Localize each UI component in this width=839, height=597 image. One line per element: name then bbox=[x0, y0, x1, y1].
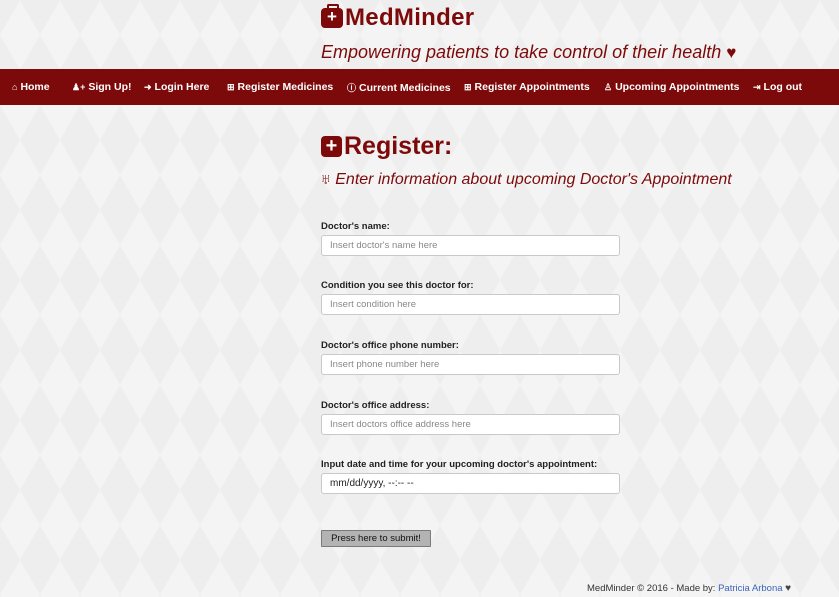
phone-label: Doctor's office phone number: bbox=[321, 340, 459, 351]
condition-label: Condition you see this doctor for: bbox=[321, 280, 474, 291]
nav-item-sign-up[interactable]: ♟+ Sign Up! bbox=[72, 81, 132, 93]
heartbeat-icon: ♥ bbox=[726, 43, 737, 62]
nav-item-log-out[interactable]: ⇥ Log out bbox=[753, 81, 802, 93]
tagline-text: Empowering patients to take control of t… bbox=[321, 42, 722, 62]
brand-name: MedMinder bbox=[345, 4, 475, 31]
datetime-input[interactable] bbox=[321, 473, 620, 494]
plus-square-icon: ⊞ bbox=[464, 82, 472, 92]
address-label: Doctor's office address: bbox=[321, 400, 430, 411]
main-navbar: ⌂ Home ♟+ Sign Up! ➜ Login Here ⊞ Register M… bbox=[0, 69, 839, 105]
nav-item-current-medicines[interactable]: ⓘ Current Medicines bbox=[347, 81, 451, 94]
page-subtitle: ♅ Enter information about upcoming Doctor… bbox=[320, 171, 732, 189]
doctor-name-label: Doctor's name: bbox=[321, 221, 390, 232]
nav-item-register-appointments[interactable]: ⊞ Register Appointments bbox=[464, 81, 590, 93]
page-title-text: Register: bbox=[344, 132, 453, 160]
nav-item-login[interactable]: ➜ Login Here bbox=[144, 81, 209, 93]
plus-square-icon: + bbox=[321, 136, 342, 157]
condition-input[interactable] bbox=[321, 294, 620, 315]
tagline: Empowering patients to take control of t… bbox=[321, 42, 736, 63]
nav-item-home[interactable]: ⌂ Home bbox=[12, 81, 50, 93]
nav-item-register-medicines[interactable]: ⊞ Register Medicines bbox=[227, 81, 333, 93]
author-link[interactable]: Patricia Arbona bbox=[718, 583, 782, 594]
page-subtitle-text: Enter information about upcoming Doctor'… bbox=[335, 171, 732, 188]
page-title: + Register: bbox=[321, 132, 452, 161]
footer: MedMinder © 2016 - Made by: Patricia Arb… bbox=[587, 583, 791, 594]
user-plus-icon: ♟+ bbox=[72, 82, 86, 92]
plus-square-icon: ⊞ bbox=[227, 82, 235, 92]
nav-item-upcoming-appointments[interactable]: ♙ Upcoming Appointments bbox=[604, 81, 740, 93]
heart-icon: ♥ bbox=[785, 583, 792, 594]
info-circle-icon: ⓘ bbox=[347, 83, 357, 93]
datetime-label: Input date and time for your upcoming do… bbox=[321, 459, 598, 470]
medkit-icon bbox=[321, 4, 343, 28]
footer-text: MedMinder © 2016 - Made by: bbox=[587, 583, 716, 594]
brand-logo: MedMinder bbox=[321, 4, 474, 32]
submit-button[interactable]: Press here to submit! bbox=[321, 530, 431, 547]
sign-out-icon: ⇥ bbox=[753, 82, 761, 92]
sign-in-icon: ➜ bbox=[144, 82, 152, 92]
user-md-icon: ♙ bbox=[604, 82, 613, 92]
phone-input[interactable] bbox=[321, 354, 620, 375]
home-icon: ⌂ bbox=[12, 82, 18, 92]
doctor-name-input[interactable] bbox=[321, 235, 620, 256]
stethoscope-icon: ♅ bbox=[320, 171, 332, 188]
address-input[interactable] bbox=[321, 414, 620, 435]
